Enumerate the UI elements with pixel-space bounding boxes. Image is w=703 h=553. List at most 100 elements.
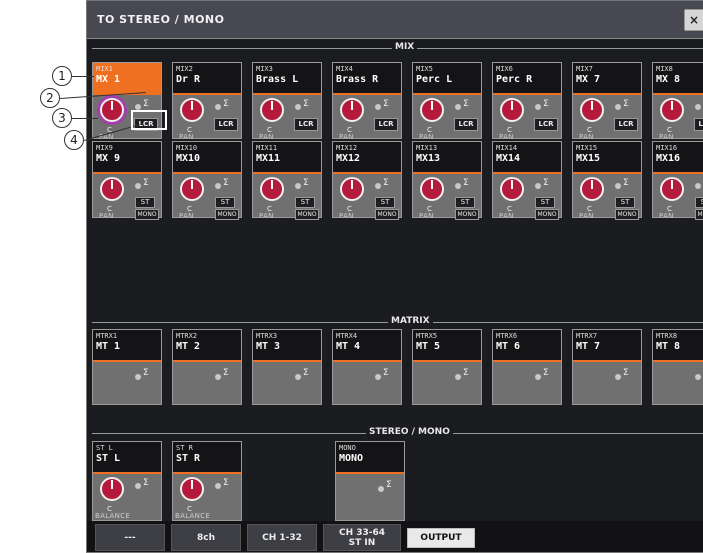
channel-name-header[interactable]: MTRX7 MT 7 [573,330,641,360]
channel-name-header[interactable]: MIX15 MX15 [573,142,641,172]
stereo-module[interactable]: ST L ST L Σ C BALANCE [92,441,162,521]
mono-button[interactable]: MONO [135,209,159,220]
lcr-button[interactable]: LCR [534,118,558,131]
mix_row1-module[interactable]: MIX6 Perc R Σ C PAN LCR [492,62,562,141]
mix_row1-module[interactable]: MIX2 Dr R Σ C PAN LCR [172,62,242,141]
tab-3[interactable]: CH 1-32 [247,524,317,551]
channel-name-header[interactable]: MIX3 Brass L [253,63,321,93]
channel-name-header[interactable]: MIX1 MX 1 [93,63,161,93]
mix_row2-module[interactable]: MIX12 MX12 Σ C PAN ST MONO [332,141,402,220]
mono-button[interactable]: MONO [535,209,559,220]
pan-knob[interactable] [260,98,284,122]
balance-knob[interactable] [100,477,124,501]
matrix-module[interactable]: MTRX8MT 8Σ [652,329,703,405]
mono-button[interactable]: MONO [615,209,639,220]
pan-knob[interactable] [660,98,684,122]
lcr-button[interactable]: LCR [214,118,238,131]
mono-button[interactable]: MONO [215,209,239,220]
channel-name-header[interactable]: MIX2 Dr R [173,63,241,93]
mix_row2-module[interactable]: MIX15 MX15 Σ C PAN ST MONO [572,141,642,220]
mono-button[interactable]: MONO [695,209,703,220]
mix_row1-module[interactable]: MIX7 MX 7 Σ C PAN LCR [572,62,642,141]
channel-name-header[interactable]: MTRX5 MT 5 [413,330,481,360]
channel-name-header[interactable]: MIX4 Brass R [333,63,401,93]
st-button[interactable]: ST [375,197,395,208]
st-button[interactable]: ST [295,197,315,208]
lcr-button[interactable]: LCR [614,118,638,131]
lcr-button[interactable]: LCR [294,118,318,131]
matrix-module[interactable]: MTRX2 MT 2 Σ [172,329,242,405]
mono-module[interactable]: MONO MONO Σ [335,441,405,521]
channel-name-header[interactable]: MIX16 MX16 [653,142,703,172]
matrix-module[interactable]: MTRX3 MT 3 Σ [252,329,322,405]
channel-name-header[interactable]: MTRX3 MT 3 [253,330,321,360]
matrix-module[interactable]: MTRX6 MT 6 Σ [492,329,562,405]
pan-knob[interactable] [500,177,524,201]
channel-name-header[interactable]: MIX10 MX10 [173,142,241,172]
channel-name-header[interactable]: MIX7 MX 7 [573,63,641,93]
st-button[interactable]: ST [535,197,555,208]
channel-name-header[interactable]: MTRX1 MT 1 [93,330,161,360]
mix_row2-module[interactable]: MIX9 MX 9 Σ C PAN ST MONO [92,141,162,220]
st-button[interactable]: ST [135,197,155,208]
channel-name-header[interactable]: MTRX4 MT 4 [333,330,401,360]
tab-4[interactable]: CH 33-64 ST IN [323,524,401,551]
channel-name-header[interactable]: MTRX6 MT 6 [493,330,561,360]
mix_row2-module[interactable]: MIX10 MX10 Σ C PAN ST MONO [172,141,242,220]
mix_row1-module[interactable]: MIX4 Brass R Σ C PAN LCR [332,62,402,141]
channel-name-header[interactable]: MONO MONO [336,442,404,472]
matrix-module[interactable]: MTRX4 MT 4 Σ [332,329,402,405]
close-button[interactable]: × [684,9,703,31]
pan-knob[interactable] [580,177,604,201]
mix_row2-module[interactable]: MIX16MX16ΣCPANSTMONO [652,141,703,220]
mix_row1-module[interactable]: MIX8MX 8ΣCPANLCR [652,62,703,141]
mono-button[interactable]: MONO [375,209,399,220]
channel-name-header[interactable]: MTRX2 MT 2 [173,330,241,360]
channel-name-header[interactable]: MIX14 MX14 [493,142,561,172]
pan-knob[interactable] [100,177,124,201]
channel-name-header[interactable]: MIX8 MX 8 [653,63,703,93]
pan-knob[interactable] [420,98,444,122]
pan-knob[interactable] [420,177,444,201]
lcr-button[interactable]: LCR [374,118,398,131]
pan-knob[interactable] [100,98,124,122]
channel-name-header[interactable]: MIX13 MX13 [413,142,481,172]
tab-1[interactable]: --- [95,524,165,551]
pan-knob[interactable] [500,98,524,122]
channel-name-header[interactable]: MIX11 MX11 [253,142,321,172]
mix_row2-module[interactable]: MIX11 MX11 Σ C PAN ST MONO [252,141,322,220]
pan-knob[interactable] [340,177,364,201]
channel-name-header[interactable]: ST R ST R [173,442,241,472]
st-button[interactable]: ST [615,197,635,208]
mix_row1-module[interactable]: MIX3 Brass L Σ C PAN LCR [252,62,322,141]
pan-knob[interactable] [180,98,204,122]
balance-knob[interactable] [180,477,204,501]
pan-knob[interactable] [580,98,604,122]
channel-name-header[interactable]: MTRX8 MT 8 [653,330,703,360]
channel-name-header[interactable]: ST L ST L [93,442,161,472]
mix_row2-module[interactable]: MIX13 MX13 Σ C PAN ST MONO [412,141,482,220]
mono-button[interactable]: MONO [295,209,319,220]
tab-2[interactable]: 8ch [171,524,241,551]
mix_row2-module[interactable]: MIX14 MX14 Σ C PAN ST MONO [492,141,562,220]
st-button[interactable]: ST [215,197,235,208]
channel-name-header[interactable]: MIX6 Perc R [493,63,561,93]
mono-button[interactable]: MONO [455,209,479,220]
matrix-module[interactable]: MTRX1 MT 1 Σ [92,329,162,405]
lcr-button[interactable]: LCR [694,118,703,131]
pan-knob[interactable] [180,177,204,201]
pan-knob[interactable] [260,177,284,201]
matrix-module[interactable]: MTRX7 MT 7 Σ [572,329,642,405]
pan-knob[interactable] [660,177,684,201]
lcr-button[interactable]: LCR [454,118,478,131]
pan-knob[interactable] [340,98,364,122]
st-button[interactable]: ST [695,197,703,208]
matrix-module[interactable]: MTRX5 MT 5 Σ [412,329,482,405]
mix_row1-module[interactable]: MIX5 Perc L Σ C PAN LCR [412,62,482,141]
channel-name-header[interactable]: MIX12 MX12 [333,142,401,172]
stereo-module[interactable]: ST R ST R Σ C BALANCE [172,441,242,521]
channel-name-header[interactable]: MIX5 Perc L [413,63,481,93]
tab-5[interactable]: OUTPUT [407,528,475,548]
st-button[interactable]: ST [455,197,475,208]
channel-name-header[interactable]: MIX9 MX 9 [93,142,161,172]
